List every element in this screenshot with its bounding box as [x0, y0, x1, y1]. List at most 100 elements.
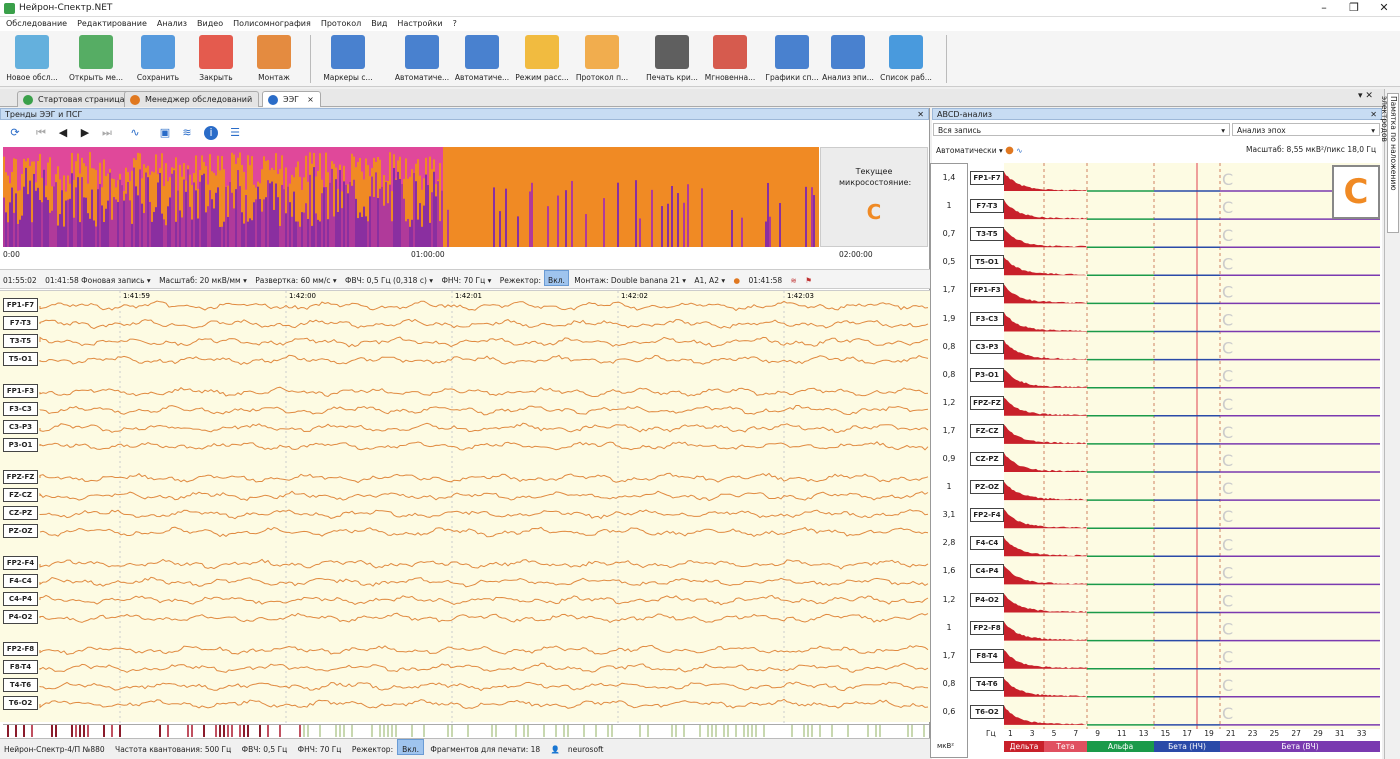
tab-start-page[interactable]: Стартовая страница	[17, 91, 132, 107]
abcd-channel-label[interactable]: F8-T4	[970, 648, 1004, 663]
toolbar-button-8[interactable]: Режим расс...	[512, 33, 572, 85]
abcd-channel-label[interactable]: PZ-OZ	[970, 480, 1004, 495]
eeg-traces-area[interactable]: 1:41:59 1:42:00 1:42:01 1:42:02 1:42:03	[0, 290, 930, 723]
channel-label[interactable]: C4-P4	[3, 592, 38, 606]
abcd-channel-label[interactable]: FP2-F8	[970, 620, 1004, 635]
brain-icon[interactable]: ●	[1005, 145, 1014, 156]
channel-label[interactable]: F8-T4	[3, 660, 38, 674]
panel-pin-icon[interactable]: ▾ ✕	[1358, 91, 1373, 101]
toolbar-button-5[interactable]: Маркеры с...	[318, 33, 378, 85]
channel-label[interactable]: T5-O1	[3, 352, 38, 366]
toolbar-button-9[interactable]: Протокол п...	[572, 33, 632, 85]
channel-label[interactable]: P4-O2	[3, 610, 38, 624]
filter-icon[interactable]: ≋	[788, 271, 800, 285]
marker-icon[interactable]: ⚑	[802, 271, 815, 285]
toolbar-button-0[interactable]: Новое обсл...	[2, 33, 62, 85]
channel-label[interactable]: T6-O2	[3, 696, 38, 710]
menu-item[interactable]: Видео	[191, 17, 227, 28]
toolbar-button-14[interactable]: Список раб...	[876, 33, 936, 85]
electrode-memo-tab[interactable]: Памятка по наложению электродов	[1380, 93, 1399, 233]
toolbar-button-3[interactable]: Закрыть	[186, 33, 246, 85]
channel-label[interactable]: FP1-F3	[3, 384, 38, 398]
abcd-channel-label[interactable]: T6-O2	[970, 704, 1004, 719]
trend-type-icon[interactable]: ∿	[128, 126, 142, 140]
channel-label[interactable]: FP2-F4	[3, 556, 38, 570]
panel-close-icon[interactable]: ✕	[917, 110, 924, 119]
menu-item[interactable]: Протокол	[315, 17, 365, 28]
abcd-channel-label[interactable]: FP1-F7	[970, 171, 1004, 185]
event-strip[interactable]	[3, 724, 929, 737]
channel-label[interactable]: FP2-F8	[3, 642, 38, 656]
scale-selector[interactable]: Масштаб: 20 мкВ/мм ▾	[156, 271, 250, 285]
abcd-channel-label[interactable]: F4-C4	[970, 536, 1004, 551]
tab-eeg[interactable]: ЭЭГ ×	[262, 91, 321, 107]
channel-label[interactable]: CZ-PZ	[3, 506, 38, 520]
abcd-channel-label[interactable]: FPZ-FZ	[970, 395, 1004, 410]
abcd-channel-label[interactable]: T3-T5	[970, 227, 1004, 242]
abcd-channel-label[interactable]: T5-O1	[970, 255, 1004, 270]
channel-label[interactable]: F3-C3	[3, 402, 38, 416]
brain-map-icon[interactable]: ●	[731, 271, 744, 285]
auto-selector[interactable]: Автоматически ▾ ● ∿	[936, 145, 1023, 156]
menu-item[interactable]: Обследование	[0, 17, 71, 28]
channel-label[interactable]: FP1-F7	[3, 298, 38, 312]
trend-chart[interactable]	[3, 147, 819, 247]
toolbar-button-2[interactable]: Сохранить	[128, 33, 188, 85]
range-dropdown[interactable]: Вся запись ▾	[933, 123, 1230, 136]
save-trend-icon[interactable]: ▣	[158, 126, 172, 140]
close-window-button[interactable]: ✕	[1370, 1, 1398, 15]
channel-label[interactable]: F4-C4	[3, 574, 38, 588]
prev-icon[interactable]: ◀	[56, 126, 70, 140]
minimize-button[interactable]: –	[1310, 1, 1338, 15]
abcd-channel-label[interactable]: P4-O2	[970, 592, 1004, 607]
list-icon[interactable]: ☰	[228, 126, 242, 140]
channel-label[interactable]: FZ-CZ	[3, 488, 38, 502]
menu-item[interactable]: Редактирование	[71, 17, 151, 28]
wave-icon[interactable]: ≋	[180, 126, 194, 140]
abcd-channel-label[interactable]: P3-O1	[970, 367, 1004, 382]
menu-item[interactable]: Анализ	[151, 17, 191, 28]
channel-label[interactable]: T3-T5	[3, 334, 38, 348]
restore-button[interactable]: ❐	[1340, 1, 1368, 15]
abcd-channel-label[interactable]: C4-P4	[970, 564, 1004, 579]
channel-label[interactable]: C3-P3	[3, 420, 38, 434]
abcd-channel-label[interactable]: FP1-F3	[970, 283, 1004, 298]
tab-exam-manager[interactable]: Менеджер обследований	[124, 91, 260, 107]
toolbar-button-1[interactable]: Открыть ме...	[66, 33, 126, 85]
record-selector[interactable]: 01:41:58 Фоновая запись ▾	[42, 271, 154, 285]
sweep-selector[interactable]: Развертка: 60 мм/с ▾	[252, 271, 339, 285]
mode-dropdown[interactable]: Анализ эпох ▾	[1232, 123, 1380, 136]
channel-label[interactable]: T4-T6	[3, 678, 38, 692]
abcd-wave-icon[interactable]: ∿	[1016, 146, 1022, 155]
abcd-close-icon[interactable]: ✕	[1370, 110, 1377, 119]
last-icon[interactable]: ⏭	[100, 126, 114, 140]
toolbar-button-7[interactable]: Автоматиче...	[452, 33, 512, 85]
abcd-channel-label[interactable]: FP2-F4	[970, 508, 1004, 523]
close-tab-icon[interactable]: ×	[307, 95, 314, 104]
abcd-channel-label[interactable]: C3-P3	[970, 339, 1004, 354]
menu-item[interactable]: Вид	[365, 17, 391, 28]
toolbar-button-12[interactable]: Графики сп...	[762, 33, 822, 85]
abcd-channel-label[interactable]: FZ-CZ	[970, 423, 1004, 438]
reference-selector[interactable]: A1, A2 ▾	[691, 271, 728, 285]
lpf-selector[interactable]: ФНЧ: 70 Гц ▾	[438, 271, 494, 285]
refresh-icon[interactable]: ⟳	[8, 126, 22, 140]
abcd-channel-label[interactable]: T4-T6	[970, 676, 1004, 691]
montage-selector[interactable]: Монтаж: Double banana 21 ▾	[571, 271, 689, 285]
status-notch-toggle[interactable]: Вкл.	[397, 739, 424, 755]
channel-label[interactable]: PZ-OZ	[3, 524, 38, 538]
menu-item[interactable]: Настройки	[391, 17, 446, 28]
first-icon[interactable]: ⏮	[34, 126, 48, 140]
toolbar-button-13[interactable]: Анализ эпи...	[818, 33, 878, 85]
notch-toggle[interactable]: Вкл.	[544, 270, 569, 286]
toolbar-button-10[interactable]: Печать кри...	[642, 33, 702, 85]
abcd-spectra[interactable]: CCCCCCCCCCCCCCCCCCCC C	[1004, 163, 1380, 729]
toolbar-button-11[interactable]: Мгновенна...	[700, 33, 760, 85]
toolbar-button-6[interactable]: Автоматиче...	[392, 33, 452, 85]
abcd-channel-label[interactable]: F3-C3	[970, 311, 1004, 326]
channel-label[interactable]: FPZ-FZ	[3, 470, 38, 484]
info-icon[interactable]: i	[204, 126, 218, 140]
channel-label[interactable]: P3-O1	[3, 438, 38, 452]
menu-item[interactable]: ?	[447, 17, 461, 28]
hpf-selector[interactable]: ФВЧ: 0,5 Гц (0,318 с) ▾	[342, 271, 436, 285]
